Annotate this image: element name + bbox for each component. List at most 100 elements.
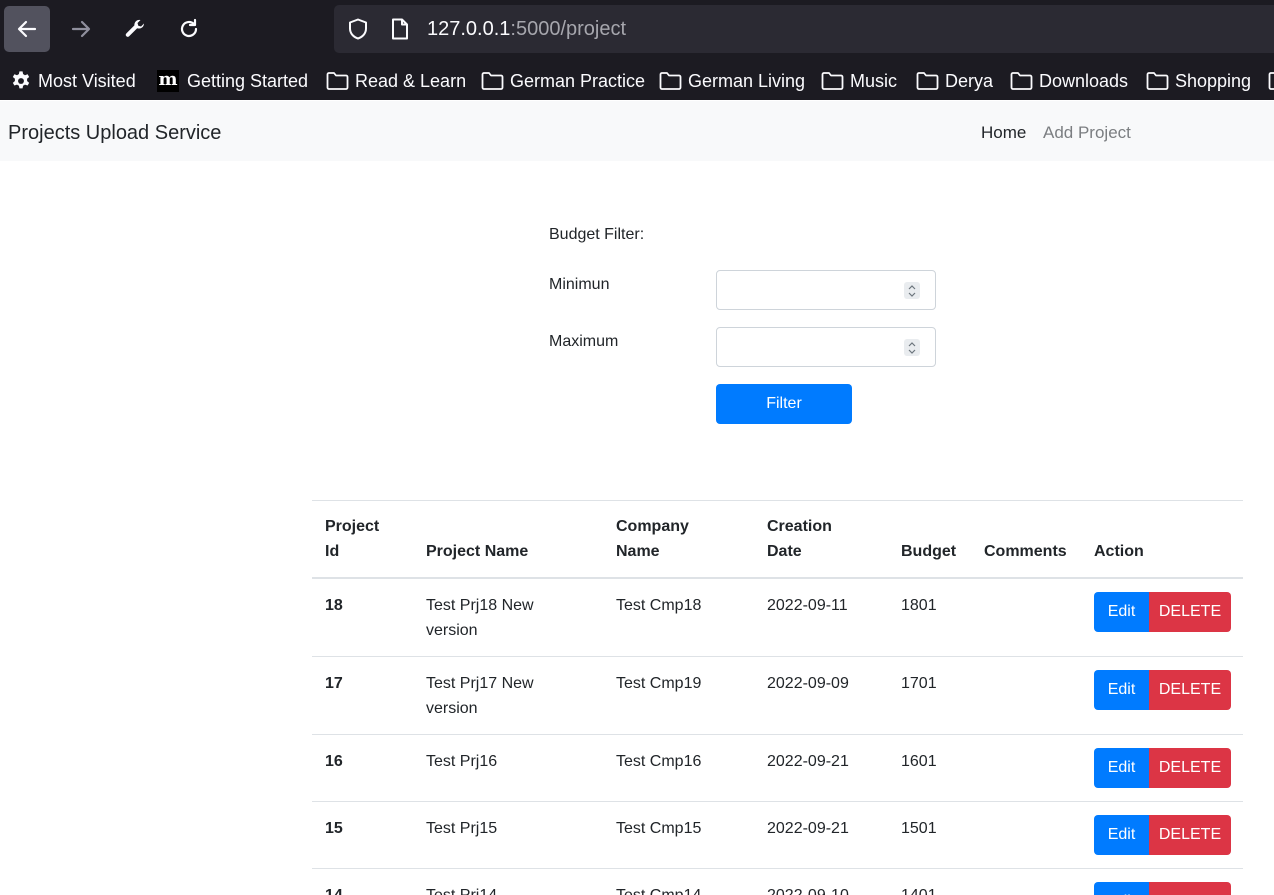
number-spinner[interactable] xyxy=(904,339,920,356)
browser-toolbar: 127.0.0.1:5000/project xyxy=(0,0,1274,62)
delete-button[interactable]: DELETE xyxy=(1149,670,1231,710)
cell-name: Test Prj14 xyxy=(426,883,497,895)
cell-budget: 1401 xyxy=(901,883,937,895)
cell-line: Test Prj17 New xyxy=(426,675,534,692)
tools-button[interactable] xyxy=(112,6,158,52)
bookmark-overflow[interactable] xyxy=(1268,62,1274,100)
table-header: Project Id Project Name Company Name Cre… xyxy=(312,500,1243,579)
cell-date: 2022-09-10 xyxy=(767,883,849,895)
minimum-label: Minimun xyxy=(549,276,610,293)
edit-button[interactable]: Edit xyxy=(1094,815,1149,855)
cell-line: Test Prj15 xyxy=(426,820,498,837)
maximum-input[interactable] xyxy=(716,327,936,367)
cell-budget: 1701 xyxy=(901,675,937,692)
bookmark-derya[interactable]: Derya xyxy=(916,62,993,100)
chevron-up-icon xyxy=(908,341,916,346)
edit-button[interactable]: Edit xyxy=(1094,882,1149,895)
cell-id: 17 xyxy=(325,675,343,692)
cell-line: version xyxy=(426,700,478,717)
delete-button[interactable]: DELETE xyxy=(1149,882,1231,895)
cell-line: version xyxy=(426,622,478,639)
chevron-up-icon xyxy=(908,284,916,289)
bookmark-label: German Practice xyxy=(510,70,646,91)
reload-icon xyxy=(180,18,198,38)
folder-icon xyxy=(916,72,939,90)
delete-button[interactable]: DELETE xyxy=(1149,748,1231,788)
edit-button[interactable]: Edit xyxy=(1094,592,1149,632)
table-body: 18 Test Prj18 New version Test Cmp18 2022-09… xyxy=(312,579,1243,895)
bookmark-downloads[interactable]: Downloads xyxy=(1010,62,1128,100)
cell-company: Test Cmp16 xyxy=(616,753,702,770)
back-button[interactable] xyxy=(4,6,50,52)
bookmarks-bar: Most Visited m Getting Started Read & Le… xyxy=(0,62,1274,100)
header-action: Action xyxy=(1094,543,1144,560)
cell-company: Test Cmp19 xyxy=(616,675,702,692)
filter-button[interactable]: Filter xyxy=(716,384,852,424)
folder-icon xyxy=(1146,72,1169,90)
cell-name: Test Prj18 New version xyxy=(426,593,534,643)
projects-table: Project Id Project Name Company Name Cre… xyxy=(312,500,1243,895)
url-text[interactable]: 127.0.0.1:5000/project xyxy=(427,17,626,41)
cell-company: Test Cmp14 xyxy=(616,883,701,895)
bookmark-label: Getting Started xyxy=(187,70,309,91)
cell-date: 2022-09-11 xyxy=(767,597,848,614)
table-row: 17 Test Prj17 New version Test Cmp19 2022-09… xyxy=(312,657,1243,735)
delete-button[interactable]: DELETE xyxy=(1149,815,1231,855)
address-bar[interactable]: 127.0.0.1:5000/project xyxy=(334,5,1274,53)
cell-id: 16 xyxy=(325,753,343,770)
bookmark-read-learn[interactable]: Read & Learn xyxy=(326,62,466,100)
edit-button[interactable]: Edit xyxy=(1094,670,1149,710)
header-line: Date xyxy=(767,543,802,560)
filter-title: Budget Filter: xyxy=(549,226,645,243)
m-logo-icon: m xyxy=(157,69,179,92)
nav-link-add-project[interactable]: Add Project xyxy=(1043,121,1131,145)
header-creation-date: Creation Date xyxy=(767,514,832,564)
cell-company: Test Cmp18 xyxy=(616,597,702,614)
cell-line: Test Prj16 xyxy=(426,753,498,770)
header-comments: Comments xyxy=(984,543,1067,560)
bookmark-shopping[interactable]: Shopping xyxy=(1146,62,1251,100)
header-line: Project xyxy=(325,518,380,535)
reload-button[interactable] xyxy=(166,6,212,52)
forward-button[interactable] xyxy=(58,6,104,52)
bookmark-getting-started[interactable]: m Getting Started xyxy=(157,62,308,100)
maximum-label: Maximum xyxy=(549,333,619,350)
cell-id: 18 xyxy=(325,597,343,614)
delete-button[interactable]: DELETE xyxy=(1149,592,1231,632)
chevron-down-icon xyxy=(908,292,916,297)
back-arrow-icon xyxy=(17,20,37,38)
url-host: 127.0.0.1 xyxy=(427,18,511,40)
navbar-brand[interactable]: Projects Upload Service xyxy=(8,120,221,146)
url-path: :5000/project xyxy=(510,18,627,40)
bookmark-label: German Living xyxy=(688,70,806,91)
folder-icon xyxy=(1010,72,1033,90)
folder-icon xyxy=(326,72,349,90)
edit-button[interactable]: Edit xyxy=(1094,748,1149,788)
folder-icon xyxy=(821,72,844,90)
minimum-input[interactable] xyxy=(716,270,936,310)
table-row: 14 Test Prj14 Test Cmp14 2022-09-10 1401 Edit… xyxy=(312,869,1243,895)
header-line: Id xyxy=(325,543,340,560)
nav-link-home[interactable]: Home xyxy=(981,121,1026,145)
cell-line: Test Prj14 xyxy=(426,883,497,895)
cell-company: Test Cmp15 xyxy=(616,820,702,837)
folder-icon xyxy=(659,72,682,90)
number-spinner[interactable] xyxy=(904,282,920,299)
bookmark-most-visited[interactable]: Most Visited xyxy=(10,62,136,100)
bookmark-music[interactable]: Music xyxy=(821,62,897,100)
header-budget: Budget xyxy=(901,543,957,560)
page-icon[interactable] xyxy=(390,18,410,40)
cell-date: 2022-09-09 xyxy=(767,675,849,692)
bookmark-label: Most Visited xyxy=(38,70,136,91)
bookmark-german-living[interactable]: German Living xyxy=(659,62,805,100)
cell-budget: 1501 xyxy=(901,820,937,837)
cell-name: Test Prj17 New version xyxy=(426,671,534,721)
cell-name: Test Prj15 xyxy=(426,816,497,841)
cell-date: 2022-09-21 xyxy=(767,820,849,837)
cell-date: 2022-09-21 xyxy=(767,753,849,770)
header-project-id: Project Id xyxy=(325,514,379,564)
shield-icon[interactable] xyxy=(346,17,370,41)
table-row: 15 Test Prj15 Test Cmp15 2022-09-21 1501 Edit… xyxy=(312,802,1243,869)
bookmark-german-practice[interactable]: German Practice xyxy=(481,62,645,100)
header-line: Name xyxy=(616,543,660,560)
